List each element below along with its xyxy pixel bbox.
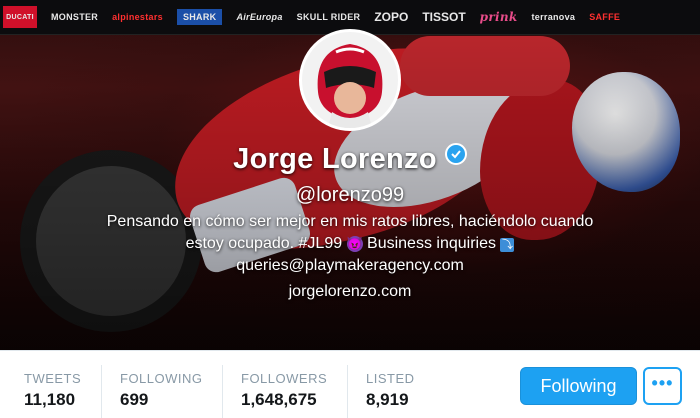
stat-divider (347, 365, 348, 418)
sponsor-logo: ZOPO (374, 10, 409, 24)
bio-line-2: estoy ocupado. #JL99 😈 Business inquirie… (40, 233, 660, 255)
bio-line-1: Pensando en cómo ser mejor en mis ratos … (106, 213, 594, 230)
sponsor-logo: SHARK (176, 9, 223, 25)
stat-divider (101, 365, 102, 418)
verified-badge-icon (444, 143, 467, 165)
stat-value: 699 (120, 390, 149, 409)
devil-emoji-icon: 😈 (346, 236, 363, 252)
stat-label: FOLLOWERS (241, 371, 328, 386)
profile-bio: Pensando en cómo ser mejor en mis ratos … (40, 211, 660, 277)
sponsor-logo: SKULL RIDER (296, 12, 361, 22)
profile-info: Jorge Lorenzo @lorenzo99 Pensando en cóm… (0, 140, 700, 301)
sponsor-logo: prink (479, 10, 518, 24)
sponsor-logo: DUCATI (3, 6, 37, 28)
sponsor-logo: AirEuropa (236, 12, 283, 22)
profile-name[interactable]: Jorge Lorenzo (233, 143, 437, 176)
bio-text-hashtag[interactable]: estoy ocupado. #JL99 (186, 235, 343, 252)
sponsor-logo: alpinestars (112, 12, 163, 22)
stat-value: 1,648,675 (241, 390, 317, 409)
profile-avatar[interactable] (299, 29, 401, 131)
stat-value: 8,919 (366, 390, 409, 409)
stat-label: LISTED (366, 371, 415, 386)
more-dots-icon: ••• (651, 372, 674, 393)
stat-label: TWEETS (24, 371, 82, 386)
following-button[interactable]: Following (520, 367, 637, 405)
stat-tweets[interactable]: TWEETS 11,180 (24, 371, 81, 410)
sponsor-logo: TISSOT (422, 10, 466, 24)
sponsor-logo: MONSTER (51, 12, 99, 22)
avatar-helmet-icon (302, 32, 398, 128)
profile-website-link[interactable]: jorgelorenzo.com (0, 283, 700, 301)
sponsor-logo: terranova (531, 12, 576, 22)
profile-handle[interactable]: @lorenzo99 (0, 184, 700, 207)
stat-following[interactable]: FOLLOWING 699 (120, 371, 203, 410)
sponsor-logo: SAFFE (589, 12, 621, 22)
arrow-down-emoji-icon: ⤵ (500, 238, 515, 252)
stat-listed[interactable]: LISTED 8,919 (366, 371, 415, 410)
stat-followers[interactable]: FOLLOWERS 1,648,675 (241, 371, 327, 410)
stat-value: 11,180 (24, 390, 76, 409)
stat-divider (222, 365, 223, 418)
profile-header: DUCATI MONSTER alpinestars SHARK AirEuropa SK… (0, 0, 700, 350)
more-options-button[interactable]: ••• (643, 367, 682, 405)
bio-email[interactable]: queries@playmakeragency.com (40, 255, 660, 277)
bio-text-business: Business inquiries (367, 235, 496, 252)
stat-label: FOLLOWING (120, 371, 203, 386)
